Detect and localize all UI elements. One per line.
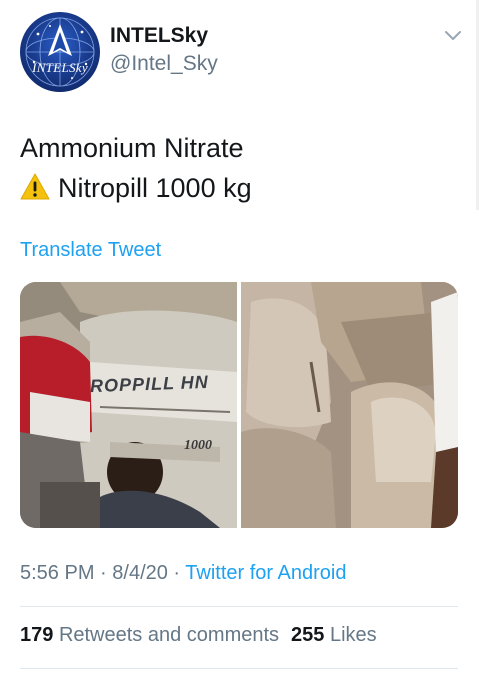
warning-icon — [20, 173, 50, 200]
avatar-logo-text: INTELSky — [32, 60, 88, 75]
tweet-text-line-2-label: Nitropill 1000 kg — [58, 173, 252, 203]
likes-count: 255 — [291, 624, 325, 646]
tweet-date[interactable]: 8/4/20 — [112, 562, 168, 584]
bag-label-text: ROPPILL HN — [89, 371, 209, 397]
divider-bottom — [20, 668, 458, 669]
tweet-text-line-1: Ammonium Nitrate — [20, 133, 244, 163]
display-name[interactable]: INTELSky — [110, 24, 208, 48]
avatar[interactable]: INTELSky — [20, 12, 100, 92]
tweet-stats: 179 Retweets and comments 255 Likes — [20, 624, 377, 647]
divider-top — [20, 606, 458, 607]
meta-separator-1: · — [94, 562, 113, 584]
chevron-down-icon[interactable] — [440, 22, 466, 48]
tweet-card: INTELSky INTELSky @Intel_Sky Ammonium Ni… — [0, 0, 479, 680]
bag-weight-text: 1000 — [184, 438, 212, 453]
media-grid: ROPPILL HN 1000 — [20, 282, 458, 528]
likes-stat[interactable]: 255 Likes — [291, 624, 377, 646]
photo-1-image — [20, 282, 237, 528]
photo-2-image — [241, 282, 458, 528]
tweet-source-link[interactable]: Twitter for Android — [185, 562, 346, 584]
likes-label: Likes — [329, 624, 377, 646]
tweet-text-line-2: Nitropill 1000 kg — [20, 168, 252, 208]
retweets-label: Retweets and comments — [58, 624, 280, 646]
tweet-timestamp: 5:56 PM · 8/4/20 · Twitter for Android — [20, 562, 346, 585]
tweet-time[interactable]: 5:56 PM — [20, 562, 94, 584]
photo-1[interactable]: ROPPILL HN 1000 — [20, 282, 237, 528]
meta-separator-2: · — [167, 562, 186, 584]
globe-logo-icon — [25, 17, 95, 87]
user-handle[interactable]: @Intel_Sky — [110, 52, 218, 76]
translate-tweet-link[interactable]: Translate Tweet — [20, 239, 161, 262]
retweets-count: 179 — [20, 624, 54, 646]
tweet-text: Ammonium Nitrate Nitropill 1000 kg — [20, 128, 252, 208]
retweets-stat[interactable]: 179 Retweets and comments — [20, 624, 279, 646]
photo-2[interactable] — [241, 282, 458, 528]
